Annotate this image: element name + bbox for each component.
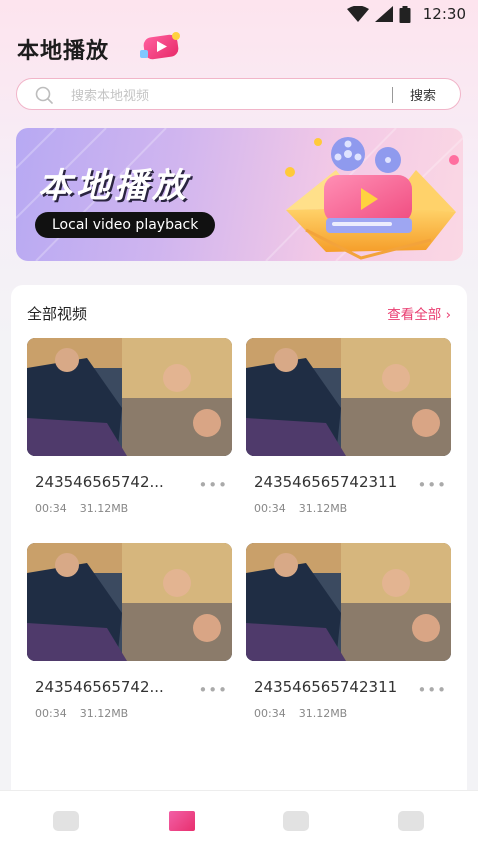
video-thumbnail[interactable]	[27, 543, 232, 661]
more-icon[interactable]: •••	[417, 681, 447, 699]
search-divider	[392, 87, 393, 103]
film-projector-icon	[285, 137, 459, 260]
banner-subtitle: Local video playback	[35, 212, 216, 238]
section-title: 全部视频	[27, 305, 88, 323]
video-meta: 00:34 31.12MB	[35, 502, 128, 515]
status-time: 12:30	[422, 5, 466, 23]
wifi-icon	[346, 6, 369, 22]
video-size: 31.12MB	[298, 502, 348, 515]
page-title: 本地播放	[17, 39, 110, 64]
more-icon[interactable]: •••	[417, 476, 447, 494]
search-bar: 搜索	[16, 78, 461, 110]
banner-title: 本地播放	[38, 166, 190, 206]
video-meta: 00:34 31.12MB	[254, 502, 347, 515]
status-bar: 12:30	[0, 0, 478, 28]
view-all-link[interactable]: 查看全部 ›	[387, 303, 451, 323]
video-name: 243546565742...	[35, 678, 164, 696]
search-input[interactable]	[69, 84, 393, 108]
video-logo-icon	[140, 32, 180, 60]
tab-2-active[interactable]	[169, 811, 195, 831]
search-button[interactable]: 搜索	[410, 85, 436, 104]
status-icons: 12:30	[346, 5, 466, 23]
video-duration: 00:34	[35, 707, 67, 720]
video-meta: 00:34 31.12MB	[35, 707, 128, 720]
promo-banner[interactable]: 本地播放 Local video playback	[16, 128, 463, 261]
video-thumbnail[interactable]	[246, 338, 451, 456]
all-videos-card: 全部视频 查看全部 › 243546565742... ••• 00:34 31.…	[11, 285, 467, 805]
tab-3[interactable]	[283, 811, 309, 831]
search-icon	[35, 86, 53, 104]
signal-icon	[374, 6, 393, 22]
video-name: 243546565742311	[254, 678, 398, 696]
video-meta: 00:34 31.12MB	[254, 707, 347, 720]
video-duration: 00:34	[35, 502, 67, 515]
video-size: 31.12MB	[79, 502, 129, 515]
more-icon[interactable]: •••	[198, 681, 228, 699]
video-thumbnail[interactable]	[27, 338, 232, 456]
video-name: 243546565742...	[35, 473, 164, 491]
video-duration: 00:34	[254, 707, 286, 720]
video-size: 31.12MB	[79, 707, 129, 720]
video-thumbnail[interactable]	[246, 543, 451, 661]
battery-icon	[399, 5, 411, 23]
video-size: 31.12MB	[298, 707, 348, 720]
tab-1[interactable]	[53, 811, 79, 831]
video-duration: 00:34	[254, 502, 286, 515]
more-icon[interactable]: •••	[198, 476, 228, 494]
bottom-tab-bar	[0, 790, 478, 851]
tab-4[interactable]	[398, 811, 424, 831]
video-name: 243546565742311	[254, 473, 398, 491]
